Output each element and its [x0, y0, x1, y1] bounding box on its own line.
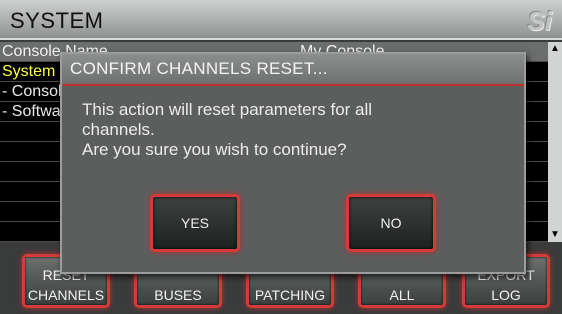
- dialog-title-bar: CONFIRM CHANNELS RESET...: [62, 54, 524, 86]
- list-scrollbar[interactable]: ▲ ▼: [548, 42, 562, 242]
- scroll-down-arrow-icon[interactable]: ▼: [548, 228, 562, 242]
- softkey-label-line2: BUSES: [154, 287, 202, 303]
- softkey-label-line2: ALL: [389, 287, 415, 303]
- screen-title: SYSTEM: [10, 8, 104, 33]
- title-bar: SYSTEM Si: [0, 0, 562, 40]
- dialog-title: CONFIRM CHANNELS RESET...: [70, 59, 328, 78]
- confirm-reset-dialog: CONFIRM CHANNELS RESET... This action wi…: [60, 52, 526, 274]
- brand-logo: Si: [527, 6, 552, 36]
- no-button[interactable]: NO: [346, 194, 436, 252]
- softkey-label-line2: LOG: [491, 287, 521, 303]
- softkey-label-line2: PATCHING: [254, 287, 326, 303]
- dialog-message-line: This action will reset parameters for al…: [82, 100, 373, 119]
- yes-button[interactable]: YES: [150, 194, 240, 252]
- dialog-message-line: Are you sure you wish to continue?: [82, 140, 347, 159]
- softkey-label-line2: CHANNELS: [27, 287, 105, 303]
- dialog-message-line: channels.: [82, 120, 155, 139]
- system-screen: SYSTEM Si Console Name My Console System…: [0, 0, 562, 314]
- dialog-message: This action will reset parameters for al…: [82, 100, 502, 160]
- scroll-up-arrow-icon[interactable]: ▲: [548, 42, 562, 56]
